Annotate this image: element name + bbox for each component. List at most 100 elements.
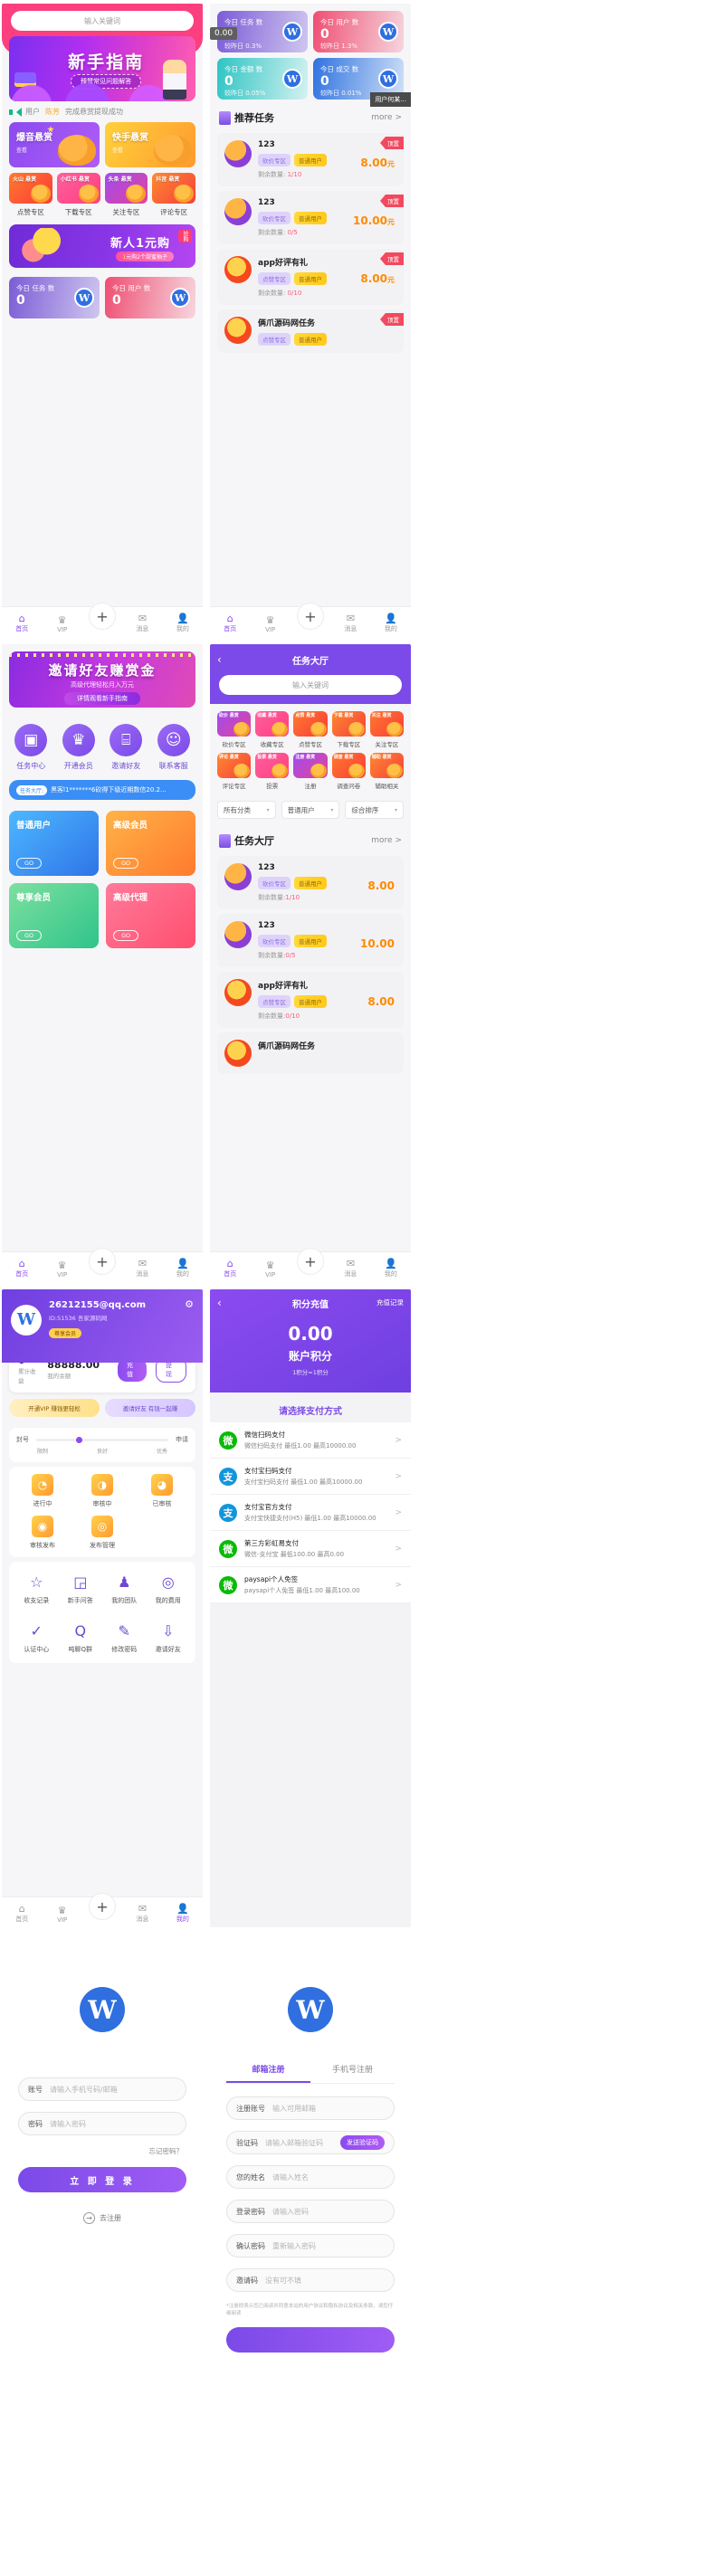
order-publish[interactable]: ◉ 审核发布 [16,1516,69,1550]
password-field[interactable]: 密码 请输入密码 [18,2112,186,2135]
chip-item[interactable]: 注册 悬赏 注册 [293,753,328,790]
feature-card[interactable]: 快手悬赏 查看 [105,122,195,167]
action-task-center[interactable]: ▣ 任务中心 [7,724,55,771]
tab-vip[interactable]: ♛ VIP [250,614,290,637]
add-button[interactable]: + [89,1893,116,1920]
more-link[interactable]: more > [371,836,402,845]
chip-item[interactable]: 关注 悬赏 关注专区 [369,711,404,748]
tab-mine[interactable]: 👤 我的 [163,613,203,637]
list-item[interactable]: 微 微信扫码支付 微信扫码支付 最低1.00 最高10000.00 > [210,1422,411,1459]
filter-sort[interactable]: 综合排序 ▾ [345,801,405,819]
chip-item[interactable]: 评论 悬赏 评论专区 [217,753,252,790]
table-row[interactable]: 123 砍价专区 普通用户 剩余数量: 0/5 10.00元 顶置 [217,191,404,244]
tab-messages[interactable]: ✉ 消息 [330,1258,370,1282]
tab-home[interactable]: ⌂ 首页 [2,1903,42,1927]
level-card[interactable]: 高级代理 GO [106,883,195,948]
promo-invite[interactable]: 邀请好友 有钱一起赚 [105,1399,195,1417]
home-banner[interactable]: 新手指南 臻赞常见问题解答 [9,36,195,101]
gear-icon[interactable]: ⚙ [185,1298,194,1310]
more-link[interactable]: more > [371,113,402,122]
chip-item[interactable]: 投票 悬赏 投票 [255,753,290,790]
tool-news[interactable]: ◲ 新手问答 [62,1571,100,1605]
name-field[interactable]: 您的姓名 请输入姓名 [226,2165,395,2189]
tool-qq[interactable]: Q 吨聊Q群 [62,1620,100,1654]
level-go-button[interactable]: GO [113,858,139,869]
table-row[interactable]: 123 砍价专区 普通用户 剩余数量:0/5 10.00 [217,914,404,967]
forgot-password-link[interactable]: 忘记密码？ [22,2146,184,2156]
tool-password[interactable]: ✎ 修改密码 [106,1620,143,1654]
tab-phone-register[interactable]: 手机号注册 [310,2063,395,2083]
invite-code-field[interactable]: 邀请码 没有可不填 [226,2268,395,2292]
order-manage[interactable]: ◎ 发布管理 [76,1516,129,1550]
level-go-button[interactable]: GO [16,858,43,869]
tab-mine[interactable]: 👤 我的 [371,613,411,637]
feature-card[interactable]: 爆音悬赏 查看 [9,122,100,167]
promo-tag[interactable]: 抢购 [178,230,192,242]
table-row[interactable]: 俩爪源码网任务 点赞专区 普通用户 顶置 [217,309,404,353]
table-row[interactable]: app好评有礼 点赞专区 普通用户 剩余数量:0/10 8.00 [217,972,404,1028]
chip-item[interactable]: 收藏 悬赏 收藏专区 [255,711,290,748]
tab-messages[interactable]: ✉ 消息 [122,1903,162,1927]
verify-code-field[interactable]: 验证码 请输入邮箱验证码 发送验证码 [226,2131,395,2154]
tool-verify[interactable]: ✓ 认证中心 [18,1620,55,1654]
level-go-button[interactable]: GO [113,930,139,941]
password-field[interactable]: 登录密码 请输入密码 [226,2200,395,2223]
filter-user-level[interactable]: 普通用户 ▾ [281,801,340,819]
category-item[interactable]: 火山 悬赏 点赞专区 [9,173,52,217]
table-row[interactable]: app好评有礼 点赞专区 普通用户 剩余数量: 0/10 8.00元 顶置 [217,249,404,305]
chip-item[interactable]: 调查 悬赏 调查问卷 [331,753,366,790]
tab-mine[interactable]: 👤 我的 [371,1258,411,1282]
add-button[interactable]: + [89,603,116,630]
order-completed[interactable]: ◕ 已审核 [136,1474,188,1508]
order-review[interactable]: ◑ 审核中 [76,1474,129,1508]
back-icon[interactable]: ‹ [217,1297,222,1309]
chip-item[interactable]: 砍价 悬赏 砍价专区 [217,711,252,748]
table-row[interactable]: 123 砍价专区 普通用户 剩余数量: 1/10 8.00元 顶置 [217,133,404,186]
tab-home[interactable]: ⌂ 首页 [210,1258,250,1282]
list-item[interactable]: 微 第三方彩虹易支付 微信-支付宝 最低100.00 最高0.00 > [210,1531,411,1567]
tab-email-register[interactable]: 邮箱注册 [226,2063,310,2083]
invite-banner[interactable]: 邀请好友赚赏金 高级代理轻松月入万元 详情观看新手指南 [9,651,195,708]
go-register-link[interactable]: → 去注册 [2,2212,203,2224]
records-link[interactable]: 充值记录 [376,1298,404,1307]
tab-messages[interactable]: ✉ 消息 [122,1258,162,1282]
table-row[interactable]: 123 砍价专区 普通用户 剩余数量:1/10 8.00 [217,856,404,909]
search-input[interactable]: 输入关键词 [219,675,402,695]
back-icon[interactable]: ‹ [217,653,232,666]
promo-vip[interactable]: 开通VIP 赚钱更轻松 [9,1399,100,1417]
add-button[interactable]: + [89,1248,116,1275]
action-invite-friends[interactable]: ⌸ 邀请好友 [102,724,150,771]
tool-team[interactable]: ♟ 我的团队 [106,1571,143,1605]
promo-banner[interactable]: 新人1元购 1元购2个甜蜜柚子 抢购 [9,224,195,268]
send-code-button[interactable]: 发送验证码 [340,2135,385,2150]
category-item[interactable]: 小红书 悬赏 下载专区 [56,173,100,217]
chip-item[interactable]: 点赞 悬赏 点赞专区 [293,711,328,748]
login-button[interactable]: 立 即 登 录 [18,2167,186,2192]
tab-vip[interactable]: ♛ VIP [42,614,81,637]
chip-item[interactable]: 辅助 悬赏 辅助相关 [369,753,404,790]
category-item[interactable]: 抖音 悬赏 评论专区 [152,173,195,217]
level-card[interactable]: 尊享会员 GO [9,883,99,948]
tab-home[interactable]: ⌂ 首页 [2,1258,42,1282]
list-item[interactable]: 微 paysapi个人免签 paysapi个人免签 最低1.00 最高100.0… [210,1567,411,1603]
tool-records[interactable]: ☆ 收支记录 [18,1571,55,1605]
action-contact-support[interactable]: ☺ 联系客服 [150,724,198,771]
tab-vip[interactable]: ♛ VIP [250,1259,290,1282]
order-in-progress[interactable]: ◔ 进行中 [16,1474,69,1508]
confirm-password-field[interactable]: 确认密码 重新输入密码 [226,2234,395,2258]
table-row[interactable]: 俩爪源码网任务 [217,1032,404,1074]
category-item[interactable]: 头条 悬赏 关注专区 [104,173,148,217]
tab-home[interactable]: ⌂ 首页 [2,613,42,637]
tool-coupon[interactable]: ◎ 我的费用 [150,1571,187,1605]
list-item[interactable]: 支 支付宝官方支付 支付宝快捷支付(H5) 最低1.00 最高10000.00 … [210,1495,411,1531]
credit-action[interactable]: 申请 [176,1435,188,1444]
tab-home[interactable]: ⌂ 首页 [210,613,250,637]
level-card[interactable]: 普通用户 GO [9,811,99,876]
level-card[interactable]: 高级会员 GO [106,811,195,876]
chip-item[interactable]: 下载 悬赏 下载专区 [331,711,366,748]
search-input[interactable]: 输入关键词 [11,11,194,31]
list-item[interactable]: 支 支付宝扫码支付 支付宝扫码支付 最低1.00 最高10000.00 > [210,1459,411,1495]
tab-vip[interactable]: ♛ VIP [42,1905,81,1927]
tab-mine[interactable]: 👤 我的 [163,1903,203,1927]
action-open-vip[interactable]: ♛ 开通会员 [55,724,103,771]
